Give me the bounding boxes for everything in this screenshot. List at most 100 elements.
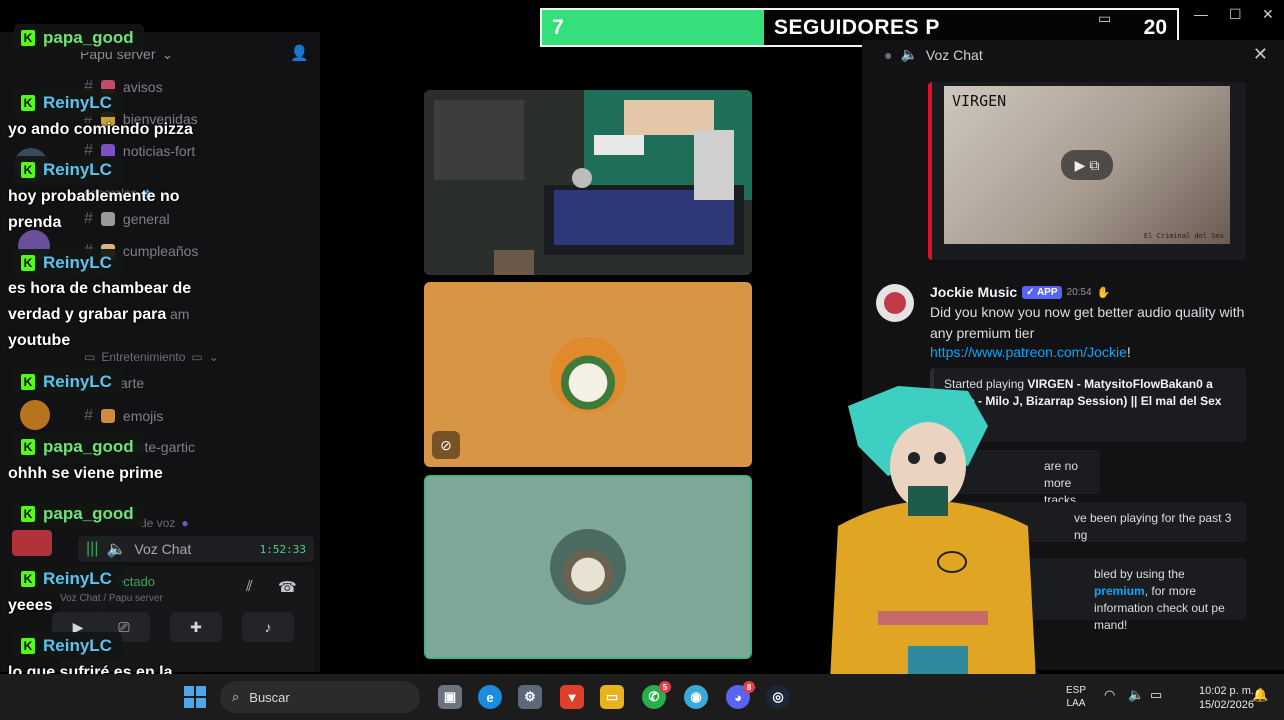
- kick-icon: K: [21, 638, 35, 654]
- desk-camera-feed: [424, 90, 752, 275]
- stream-chat-overlay: Kpapa_good K ReinyLC yo ando comiendo piz…: [0, 0, 216, 720]
- chat-username: K ReinyLC: [14, 89, 122, 117]
- panel-header: ● 🔈 Voz Chat: [884, 46, 983, 63]
- reaction-icon[interactable]: ✋: [1097, 286, 1111, 299]
- chat-message: yo ando comiendo pizza: [8, 121, 193, 138]
- steam-icon[interactable]: ◎: [766, 685, 790, 709]
- bot-header: Jockie Music ✓ APP 20:54 ✋: [930, 284, 1110, 300]
- chat-message: es hora de chambear de verdad y grabar p…: [8, 280, 192, 349]
- chat-username: Kpapa_good: [14, 433, 144, 461]
- notification-badge: 5: [659, 681, 671, 693]
- muted-mic-icon: ⊘: [432, 431, 460, 459]
- goal-label: SEGUIDORES P: [774, 16, 940, 39]
- participant-video-tile[interactable]: ⊘: [424, 282, 752, 467]
- search-placeholder: Buscar: [249, 689, 290, 705]
- participant-video-tile-speaking[interactable]: [424, 475, 752, 659]
- app-badge: ✓ APP: [1022, 285, 1062, 299]
- video-thumbnail[interactable]: VIRGEN El Criminal del Sex ▶ ⧉: [944, 86, 1230, 244]
- kick-icon: K: [21, 506, 35, 522]
- patreon-link[interactable]: https://www.patreon.com/Jockie: [930, 344, 1127, 360]
- panel-title: Voz Chat: [925, 46, 983, 63]
- battery-icon[interactable]: ▭: [1150, 688, 1162, 701]
- add-member-icon[interactable]: 👤: [290, 44, 309, 62]
- clock-time: 10:02 p. m.: [1198, 685, 1254, 697]
- kick-icon: K: [21, 439, 35, 455]
- chat-username: K ReinyLC: [14, 249, 122, 277]
- goal-current: 7: [552, 16, 564, 39]
- maximize-icon[interactable]: ☐: [1229, 6, 1242, 23]
- taskbar-search[interactable]: ⌕ Buscar: [220, 681, 420, 713]
- notifications-icon[interactable]: 🔔: [1252, 688, 1268, 701]
- thumbnail-title: VIRGEN: [952, 92, 1007, 110]
- task-view-icon[interactable]: ▣: [438, 685, 462, 709]
- username-label: ReinyLC: [43, 93, 112, 112]
- kick-icon: K: [21, 571, 35, 587]
- username-label: ReinyLC: [43, 636, 112, 655]
- soundboard-button[interactable]: ♪: [242, 612, 294, 642]
- avatar: [20, 400, 50, 430]
- file-explorer-icon[interactable]: ▭: [600, 685, 624, 709]
- notification-badge: 8: [743, 681, 755, 693]
- taskbar: ⌕ Buscar ▣ e ⚙ ▼ ▭ ✆ 5 ◉ ◕ 8 ◎ ESP LAA ◠ 🔈 …: [0, 674, 1284, 720]
- thumbnail-subtitle: El Criminal del Sex: [1143, 232, 1224, 240]
- taskbar-clock[interactable]: 10:02 p. m. 15/02/2026: [1199, 684, 1254, 712]
- username-label: ReinyLC: [43, 569, 112, 588]
- play-icon[interactable]: ▶ ⧉: [1061, 150, 1113, 180]
- kick-icon: K: [21, 95, 35, 111]
- username-label: ReinyLC: [43, 253, 112, 272]
- clock-date: 15/02/2026: [1198, 699, 1254, 711]
- participant-avatar: [550, 336, 626, 413]
- kick-icon: K: [21, 374, 35, 390]
- voice-timer: 1:52:33: [259, 542, 306, 556]
- username-label: papa_good: [43, 504, 134, 523]
- message-time: 20:54: [1066, 286, 1092, 298]
- avatar: [12, 530, 52, 556]
- keyboard-layout: LAA: [1066, 698, 1086, 709]
- camera-video-tile[interactable]: [424, 90, 752, 275]
- chat-username: K ReinyLC: [14, 565, 122, 593]
- premium-link[interactable]: premium: [1094, 584, 1145, 598]
- goal-target: 20: [1143, 16, 1167, 39]
- windows-start-icon[interactable]: [184, 686, 206, 708]
- discord-icon[interactable]: ◕ 8: [726, 681, 755, 709]
- link-punctuation: !: [1126, 344, 1131, 360]
- settings-icon[interactable]: ⚙: [518, 685, 542, 709]
- chat-bubble-icon: ●: [884, 46, 893, 63]
- inbox-icon[interactable]: ▭: [1098, 10, 1111, 27]
- language-indicator[interactable]: ESP LAA: [1066, 684, 1086, 710]
- chat-message: ohhh se viene prime: [8, 465, 163, 482]
- close-icon[interactable]: ✕: [1253, 44, 1268, 65]
- search-icon: ⌕: [232, 689, 240, 704]
- wifi-icon[interactable]: ◠: [1104, 688, 1115, 701]
- youtube-embed[interactable]: VIRGEN El Criminal del Sex ▶ ⧉: [928, 82, 1246, 260]
- username-label: ReinyLC: [43, 372, 112, 391]
- playing-time-text: ve been playing for the past 3 ng: [1074, 511, 1232, 542]
- paint-icon[interactable]: ◉: [684, 685, 708, 709]
- message-link-row: https://www.patreon.com/Jockie!: [930, 344, 1131, 360]
- speaker-icon: 🔈: [900, 46, 918, 62]
- username-label: ReinyLC: [43, 160, 112, 179]
- bot-name[interactable]: Jockie Music: [930, 284, 1017, 300]
- chat-username: K ReinyLC: [14, 156, 122, 184]
- chat-message: hoy probablemente no prenda: [8, 188, 180, 231]
- noise-suppression-icon[interactable]: ⫽: [246, 578, 253, 595]
- participant-avatar: [550, 529, 626, 605]
- kick-icon: K: [21, 255, 35, 271]
- vtuber-character: [828, 386, 1038, 720]
- bot-avatar[interactable]: [876, 284, 914, 322]
- brave-icon[interactable]: ▼: [560, 685, 584, 709]
- minimize-icon[interactable]: —: [1194, 6, 1208, 22]
- goal-progress-fill: [542, 10, 765, 45]
- close-window-icon[interactable]: ✕: [1262, 6, 1274, 23]
- language-code: ESP: [1066, 685, 1087, 696]
- whatsapp-icon[interactable]: ✆ 5: [642, 681, 671, 709]
- disconnect-icon[interactable]: ☎: [278, 578, 297, 596]
- volume-icon[interactable]: 🔈: [1128, 688, 1144, 701]
- soundboard-icon: ♪: [264, 619, 272, 635]
- kick-icon: K: [21, 162, 35, 178]
- kick-icon: K: [21, 30, 35, 46]
- username-label: papa_good: [43, 437, 134, 456]
- username-label: papa_good: [43, 28, 134, 47]
- chat-username: K ReinyLC: [14, 368, 122, 396]
- edge-icon[interactable]: e: [478, 685, 502, 709]
